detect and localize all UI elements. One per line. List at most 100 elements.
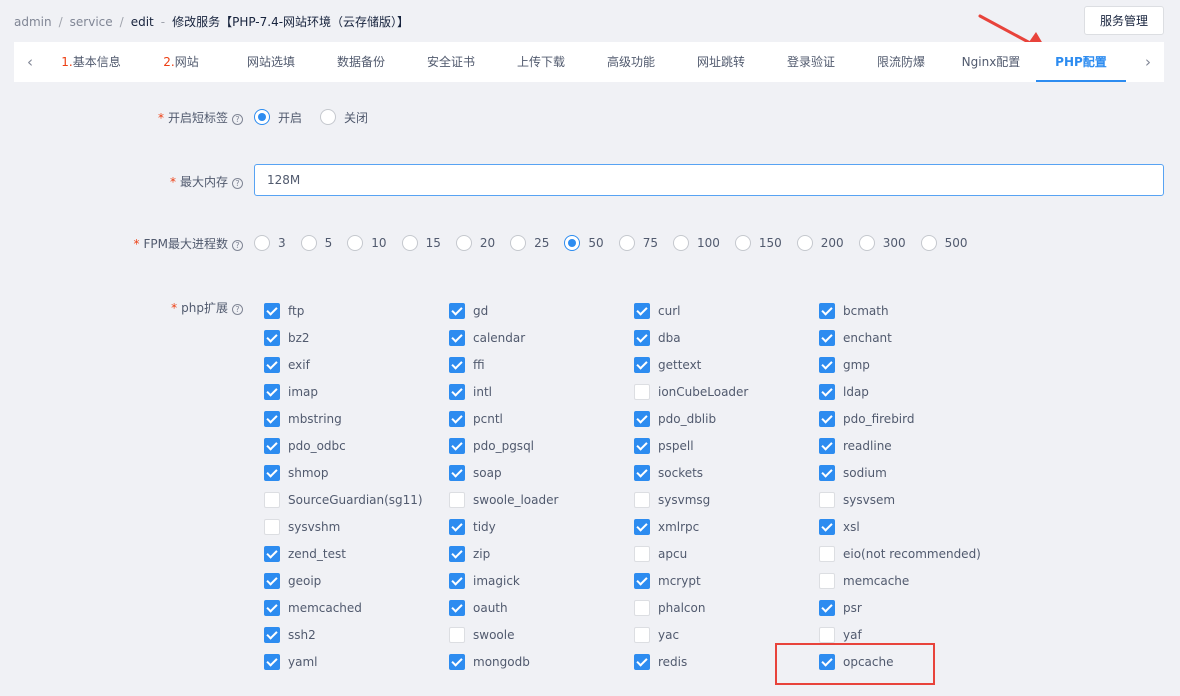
checkbox-checked-icon[interactable]: [449, 437, 465, 454]
extension-checkbox-item[interactable]: dba: [634, 329, 819, 346]
checkbox-icon[interactable]: [264, 491, 280, 508]
radio-icon[interactable]: [796, 235, 813, 251]
extension-checkbox-item[interactable]: memcache: [819, 572, 1004, 589]
extension-checkbox-item[interactable]: calendar: [449, 329, 634, 346]
checkbox-checked-icon[interactable]: [819, 464, 835, 481]
checkbox-checked-icon[interactable]: [449, 599, 465, 616]
radio-selected-icon[interactable]: [564, 235, 581, 251]
checkbox-checked-icon[interactable]: [819, 518, 835, 535]
checkbox-checked-icon[interactable]: [819, 356, 835, 373]
checkbox-checked-icon[interactable]: [449, 572, 465, 589]
extension-checkbox-item[interactable]: pspell: [634, 437, 819, 454]
radio-icon[interactable]: [320, 109, 337, 125]
checkbox-checked-icon[interactable]: [264, 356, 280, 373]
extension-checkbox-item[interactable]: ldap: [819, 383, 1004, 400]
radio-option[interactable]: 开启: [254, 109, 302, 126]
extension-checkbox-item[interactable]: gmp: [819, 356, 1004, 373]
checkbox-checked-icon[interactable]: [634, 356, 650, 373]
checkbox-checked-icon[interactable]: [634, 302, 650, 319]
extension-checkbox-item[interactable]: zip: [449, 545, 634, 562]
extension-checkbox-item[interactable]: bz2: [264, 329, 449, 346]
extension-checkbox-item[interactable]: geoip: [264, 572, 449, 589]
extension-checkbox-item[interactable]: psr: [819, 599, 1004, 616]
checkbox-checked-icon[interactable]: [819, 383, 835, 400]
radio-icon[interactable]: [510, 235, 527, 251]
radio-option[interactable]: 3: [254, 235, 286, 251]
extension-checkbox-item[interactable]: imap: [264, 383, 449, 400]
extension-checkbox-item[interactable]: mbstring: [264, 410, 449, 427]
checkbox-checked-icon[interactable]: [449, 329, 465, 346]
service-management-button[interactable]: 服务管理: [1084, 6, 1164, 35]
checkbox-checked-icon[interactable]: [264, 572, 280, 589]
checkbox-icon[interactable]: [819, 572, 835, 589]
checkbox-checked-icon[interactable]: [264, 653, 280, 670]
extension-checkbox-item[interactable]: curl: [634, 302, 819, 319]
checkbox-checked-icon[interactable]: [449, 653, 465, 670]
radio-icon[interactable]: [734, 235, 751, 251]
breadcrumb-item-admin[interactable]: admin: [14, 15, 52, 29]
extension-checkbox-item[interactable]: pdo_odbc: [264, 437, 449, 454]
extension-checkbox-item[interactable]: soap: [449, 464, 634, 481]
checkbox-checked-icon[interactable]: [264, 626, 280, 643]
extension-checkbox-item[interactable]: zend_test: [264, 545, 449, 562]
checkbox-checked-icon[interactable]: [819, 302, 835, 319]
extension-checkbox-item[interactable]: xmlrpc: [634, 518, 819, 535]
extension-checkbox-item[interactable]: pdo_pgsql: [449, 437, 634, 454]
tab-item[interactable]: 限流防爆: [856, 42, 946, 82]
tab-item[interactable]: 网址跳转: [676, 42, 766, 82]
checkbox-checked-icon[interactable]: [449, 410, 465, 427]
extension-checkbox-item[interactable]: yaml: [264, 653, 449, 670]
extension-checkbox-item[interactable]: eio(not recommended): [819, 545, 1004, 562]
help-icon[interactable]: ?: [232, 304, 243, 315]
checkbox-checked-icon[interactable]: [819, 437, 835, 454]
checkbox-icon[interactable]: [264, 518, 280, 535]
checkbox-icon[interactable]: [449, 491, 465, 508]
radio-icon[interactable]: [300, 235, 317, 251]
checkbox-checked-icon[interactable]: [264, 329, 280, 346]
tab-item[interactable]: 登录验证: [766, 42, 856, 82]
checkbox-icon[interactable]: [449, 626, 465, 643]
tab-item[interactable]: 安全证书: [406, 42, 496, 82]
memory-input[interactable]: [254, 164, 1164, 196]
extension-checkbox-item[interactable]: readline: [819, 437, 1004, 454]
radio-option[interactable]: 25: [510, 235, 549, 251]
checkbox-checked-icon[interactable]: [634, 572, 650, 589]
chevron-left-icon[interactable]: ‹: [14, 42, 46, 82]
tab-item[interactable]: 上传下载: [496, 42, 586, 82]
checkbox-checked-icon[interactable]: [449, 518, 465, 535]
tab-item[interactable]: PHP配置: [1036, 42, 1126, 82]
checkbox-checked-icon[interactable]: [264, 302, 280, 319]
checkbox-checked-icon[interactable]: [264, 599, 280, 616]
radio-icon[interactable]: [347, 235, 364, 251]
radio-icon[interactable]: [618, 235, 635, 251]
radio-option[interactable]: 500: [920, 235, 968, 251]
checkbox-icon[interactable]: [819, 626, 835, 643]
extension-checkbox-item[interactable]: sockets: [634, 464, 819, 481]
extension-checkbox-item[interactable]: pdo_firebird: [819, 410, 1004, 427]
radio-option[interactable]: 75: [618, 235, 658, 251]
extension-checkbox-item[interactable]: mongodb: [449, 653, 634, 670]
radio-option[interactable]: 50: [564, 235, 604, 251]
extension-checkbox-item[interactable]: SourceGuardian(sg11): [264, 491, 449, 508]
extension-checkbox-item[interactable]: gettext: [634, 356, 819, 373]
extension-checkbox-item[interactable]: swoole: [449, 626, 634, 643]
extension-checkbox-item[interactable]: memcached: [264, 599, 449, 616]
breadcrumb-item-service[interactable]: service: [70, 15, 113, 29]
tab-item[interactable]: 高级功能: [586, 42, 676, 82]
radio-selected-icon[interactable]: [254, 109, 270, 125]
checkbox-checked-icon[interactable]: [634, 410, 650, 427]
extension-checkbox-item[interactable]: sysvshm: [264, 518, 449, 535]
extension-checkbox-item[interactable]: tidy: [449, 518, 634, 535]
checkbox-icon[interactable]: [634, 626, 650, 643]
extension-checkbox-item[interactable]: apcu: [634, 545, 819, 562]
extension-checkbox-item[interactable]: shmop: [264, 464, 449, 481]
checkbox-checked-icon[interactable]: [634, 653, 650, 670]
checkbox-checked-icon[interactable]: [264, 545, 280, 562]
checkbox-icon[interactable]: [634, 383, 650, 400]
checkbox-checked-icon[interactable]: [634, 518, 650, 535]
extension-checkbox-item[interactable]: pcntl: [449, 410, 634, 427]
checkbox-checked-icon[interactable]: [634, 329, 650, 346]
checkbox-icon[interactable]: [634, 491, 650, 508]
extension-checkbox-item[interactable]: yaf: [819, 626, 1004, 643]
checkbox-checked-icon[interactable]: [819, 599, 835, 616]
